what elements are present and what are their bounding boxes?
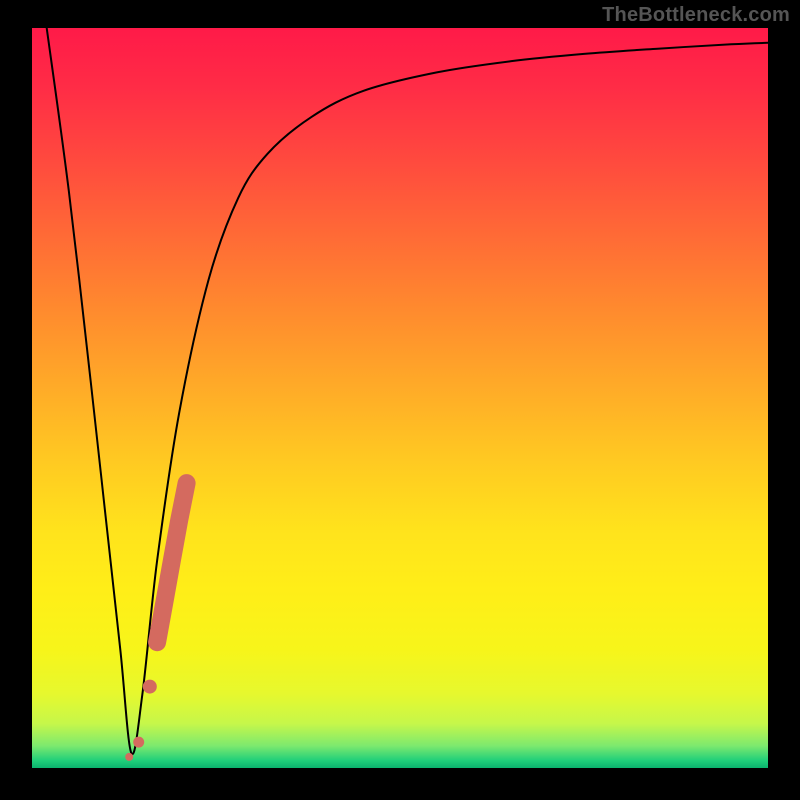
plot-area: [32, 28, 768, 768]
highlight-band-upper: [157, 483, 187, 642]
chart-svg: [32, 28, 768, 768]
highlight-dot: [125, 753, 133, 761]
highlight-dot: [143, 680, 157, 694]
highlight-band-lower: [125, 634, 165, 761]
chart-frame: TheBottleneck.com: [0, 0, 800, 800]
highlight-dot: [149, 634, 166, 651]
watermark-text: TheBottleneck.com: [602, 4, 790, 27]
highlight-dot: [133, 737, 144, 748]
